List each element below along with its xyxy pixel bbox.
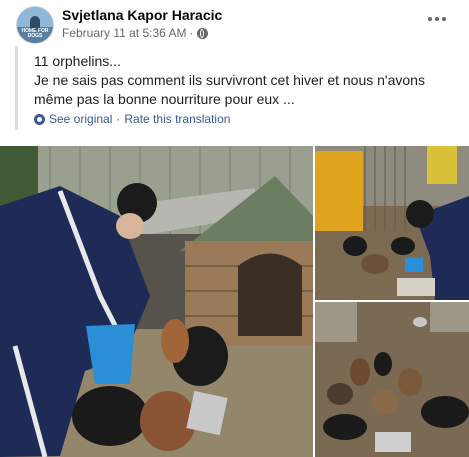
post-text-line: même pas la bonne nourriture pour eux ..… [34,91,295,107]
yellow-panel [315,151,363,231]
food-tray [397,278,435,296]
link-separator: · [116,112,121,126]
photo-3-image [315,302,469,457]
post-text: 11 orphelins... Je ne sais pas comment i… [34,52,454,109]
puppy [421,396,469,428]
cage-left [315,302,357,342]
avatar[interactable]: HOME FOR DOGS [16,6,54,44]
photo-2-image [315,146,469,300]
puppy [391,237,415,255]
post-text-line: 11 orphelins... [34,53,121,69]
black-puppy-1 [72,386,148,446]
meta-separator: · [189,26,194,40]
more-dot [428,17,432,21]
see-original-link[interactable]: See original [49,112,112,126]
more-dot [435,17,439,21]
puppy [361,254,389,274]
puppy [327,383,353,405]
puppy [398,368,422,396]
puppy [323,414,367,440]
bowl [413,317,427,327]
translation-links: See original · Rate this translation [34,112,230,126]
globe-icon[interactable] [196,27,208,39]
cage-right [430,302,469,332]
post-photo-3[interactable] [315,302,469,457]
post-photo-1[interactable] [0,146,313,457]
rate-translation-link[interactable]: Rate this translation [124,112,230,126]
brown-puppy-2 [140,391,196,451]
doghouse-door [238,253,302,336]
post-photo-2[interactable] [315,146,469,300]
blue-bucket [405,258,423,272]
translation-quote-bar [15,46,18,130]
yellow-board [427,146,457,184]
photo-1-image [0,146,313,457]
puppy [343,236,367,256]
puppy [350,358,370,386]
puppy [371,390,399,414]
post-meta: February 11 at 5:36 AM · [62,26,208,40]
post-text-line: Je ne sais pas comment ils survivront ce… [34,72,425,88]
post-timestamp[interactable]: February 11 at 5:36 AM [62,26,187,40]
woman-face [116,213,144,239]
more-dot [442,17,446,21]
puppy [374,352,392,376]
woman-hat [406,200,434,228]
more-options-icon[interactable] [426,12,448,26]
author-name[interactable]: Svjetlana Kapor Haracic [62,7,222,23]
food-tray [375,432,411,452]
brown-puppy-1 [161,319,189,363]
gear-icon[interactable] [34,113,45,125]
avatar-text: HOME FOR DOGS [21,28,49,39]
